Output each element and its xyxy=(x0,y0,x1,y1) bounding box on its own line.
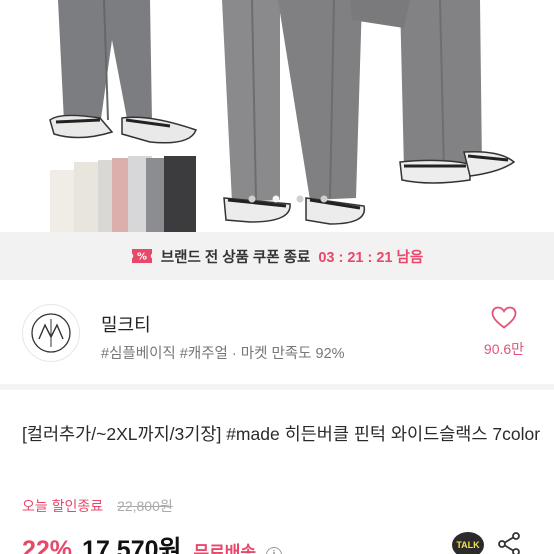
coupon-timer-countdown: 03 : 21 : 21 남음 xyxy=(318,249,424,266)
section-divider xyxy=(0,384,554,390)
store-logo[interactable] xyxy=(22,304,80,362)
svg-text:%: % xyxy=(137,252,147,263)
price-row: 22% 17,570원 무료배송 i xyxy=(22,530,283,554)
like-button[interactable]: 90.6만 xyxy=(474,306,534,359)
product-photo xyxy=(49,0,516,232)
info-icon[interactable]: i xyxy=(266,547,283,554)
like-count: 90.6만 xyxy=(483,341,525,357)
coupon-timer-bar[interactable]: % 브랜드 전 상품 쿠폰 종료 03 : 21 : 21 남음 xyxy=(0,232,554,280)
coupon-timer-label: 브랜드 전 상품 쿠폰 종료 xyxy=(160,249,311,266)
heart-icon xyxy=(491,306,517,329)
store-name[interactable]: 밀크티 xyxy=(101,311,151,337)
kakao-talk-button[interactable]: TALK xyxy=(452,532,484,554)
shipping-label: 무료배송 xyxy=(193,543,257,554)
share-icon xyxy=(498,532,520,554)
store-tags: #심플베이직 #캐주얼 · 마켓 만족도 92% xyxy=(101,346,345,362)
coupon-icon: % xyxy=(131,246,153,266)
discount-row: 오늘 할인종료 22,800원 xyxy=(22,496,173,516)
sale-price: 17,570원 xyxy=(82,536,182,554)
discount-label: 오늘 할인종료 xyxy=(22,498,104,514)
product-image-carousel[interactable] xyxy=(0,0,554,232)
store-info[interactable]: 밀크티 #심플베이직 #캐주얼 · 마켓 만족도 92% 90.6만 xyxy=(0,280,554,384)
discount-rate: 22% xyxy=(22,536,73,554)
original-price: 22,800원 xyxy=(117,498,173,514)
product-title: [컬러추가/~2XL까지/3기장] #made 히든버클 핀턱 와이드슬랙스 7… xyxy=(22,424,541,444)
share-button[interactable] xyxy=(496,532,522,554)
